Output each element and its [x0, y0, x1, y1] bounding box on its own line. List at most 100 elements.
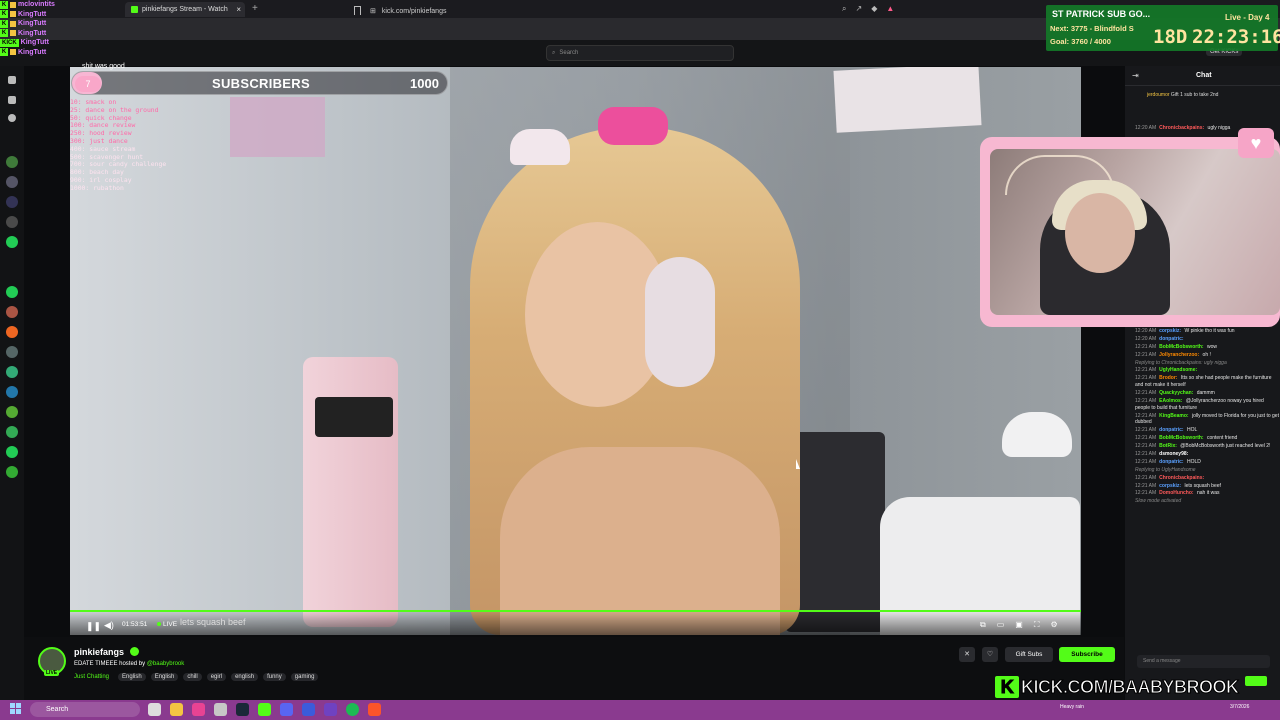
- search-input[interactable]: ⌕ Search: [546, 45, 734, 61]
- chat-username[interactable]: BobMcBobsworth:: [1159, 344, 1203, 350]
- chat-username[interactable]: Jollyrancherzoo:: [1159, 352, 1199, 358]
- pause-icon[interactable]: ❚❚: [86, 621, 101, 632]
- tag[interactable]: egirl: [206, 673, 227, 681]
- volume-icon[interactable]: ◀): [104, 620, 114, 631]
- following-icon[interactable]: [8, 114, 16, 122]
- shield-icon[interactable]: ◆: [871, 4, 877, 14]
- channel-avatar-icon[interactable]: [6, 326, 18, 338]
- app-icon[interactable]: [302, 703, 315, 716]
- steam-icon[interactable]: [236, 703, 249, 716]
- channel-avatar-icon[interactable]: [6, 386, 18, 398]
- fullscreen-icon[interactable]: ⛶: [1034, 620, 1040, 630]
- new-tab-button[interactable]: +: [252, 3, 258, 14]
- chat-username[interactable]: donpatric:: [1159, 459, 1183, 465]
- verified-check-icon: [130, 647, 139, 656]
- spotify-icon[interactable]: [346, 703, 359, 716]
- app-icon[interactable]: [192, 703, 205, 716]
- player-progress-bar[interactable]: [70, 610, 1081, 612]
- extension-icon[interactable]: ▲: [886, 4, 894, 14]
- weather-tray[interactable]: Heavy rain: [1060, 704, 1084, 710]
- taskbar-clock[interactable]: 3/7/2026: [1230, 704, 1249, 710]
- file-explorer-icon[interactable]: [170, 703, 183, 716]
- chat-text: ugly nigga: [1206, 125, 1231, 131]
- chat-username[interactable]: corpskiz:: [1159, 328, 1181, 334]
- zoom-icon[interactable]: ⌕: [842, 4, 846, 14]
- discord-icon[interactable]: [280, 703, 293, 716]
- tag[interactable]: chill: [183, 673, 202, 681]
- chat-username[interactable]: Quackyychan:: [1159, 390, 1193, 396]
- task-view-icon[interactable]: [148, 703, 161, 716]
- channel-avatar-icon[interactable]: [6, 156, 18, 168]
- chat-username[interactable]: BotRix:: [1159, 443, 1177, 449]
- channel-avatar-icon[interactable]: [6, 446, 18, 458]
- host-link[interactable]: @baabybrook: [147, 661, 184, 667]
- chat-username[interactable]: BobMcBobsworth:: [1159, 435, 1203, 441]
- channel-avatar-icon[interactable]: [6, 366, 18, 378]
- chat-timestamp: 12:21 AM: [1135, 351, 1157, 358]
- overlay-chat-line: K KingTutt: [0, 29, 125, 39]
- tag[interactable]: English: [150, 673, 179, 681]
- site-info-icon[interactable]: ⊞: [370, 7, 376, 15]
- kick-icon: K: [0, 48, 8, 57]
- channel-avatar-icon[interactable]: [6, 346, 18, 358]
- chat-username[interactable]: Chronicbackpains:: [1159, 475, 1204, 481]
- home-icon[interactable]: [8, 76, 16, 84]
- channel-avatar-icon[interactable]: [6, 196, 18, 208]
- overlay-caption: lets squash beef: [180, 617, 246, 627]
- chat-username[interactable]: donpatric:: [1159, 427, 1183, 433]
- address-bar[interactable]: ⊞ kick.com/pinkiefangs: [370, 4, 910, 18]
- chat-username[interactable]: UglyHandsome:: [1159, 367, 1197, 373]
- share-icon[interactable]: ↗: [855, 4, 862, 14]
- tag[interactable]: funny: [263, 673, 286, 681]
- chat-send-button[interactable]: [1245, 676, 1267, 686]
- channel-avatar-icon[interactable]: [6, 426, 18, 438]
- chat-input[interactable]: Send a message: [1137, 655, 1270, 668]
- subscribe-button[interactable]: Subscribe: [1059, 647, 1115, 662]
- mute-notifications-button[interactable]: ✕: [959, 647, 975, 662]
- bookmark-icon[interactable]: [354, 6, 361, 15]
- gift-subs-button[interactable]: Gift Subs: [1005, 647, 1053, 662]
- chat-username[interactable]: Chronicbackpains:: [1159, 125, 1204, 131]
- chat-username[interactable]: donpatric:: [1159, 336, 1183, 342]
- chat-username[interactable]: dsmoney98:: [1159, 451, 1188, 457]
- chat-username[interactable]: EAolmos:: [1159, 398, 1182, 404]
- heart-follow-button[interactable]: ♡: [982, 647, 998, 662]
- pinned-username[interactable]: jerdoumor: [1147, 92, 1170, 98]
- chat-message: 12:21 AM KingBeamo: jolly moved to Florid…: [1135, 413, 1280, 427]
- channel-avatar-icon[interactable]: [6, 286, 18, 298]
- category-link[interactable]: Just Chatting: [74, 674, 109, 680]
- overlay-chat-username: KingTutt: [20, 39, 49, 46]
- app-icon[interactable]: [258, 703, 271, 716]
- collapse-chat-icon[interactable]: ⇥: [1132, 71, 1139, 80]
- obs-icon[interactable]: [214, 703, 227, 716]
- close-tab-icon[interactable]: ×: [236, 5, 241, 14]
- tag[interactable]: gaming: [290, 673, 319, 681]
- channel-avatar-icon[interactable]: [6, 466, 18, 478]
- channel-name[interactable]: pinkiefangs: [74, 647, 124, 657]
- overlay-chat-line: K KingTutt: [0, 48, 125, 58]
- tag[interactable]: English: [118, 673, 146, 681]
- channel-avatar-icon[interactable]: [6, 406, 18, 418]
- overlay-chat-username: KingTutt: [18, 29, 47, 37]
- chat-username[interactable]: Brodor:: [1159, 375, 1177, 381]
- settings-gear-icon[interactable]: ⚙: [1050, 620, 1057, 630]
- chat-username[interactable]: corpskiz:: [1159, 483, 1181, 489]
- brave-icon[interactable]: [368, 703, 381, 716]
- chat-username[interactable]: DomoHuncho:: [1159, 490, 1193, 496]
- channel-avatar-icon[interactable]: [6, 176, 18, 188]
- browser-tab[interactable]: pinkiefangs Stream - Watch ×: [125, 2, 245, 17]
- windows-start-icon[interactable]: [10, 703, 22, 715]
- app-icon[interactable]: [324, 703, 337, 716]
- browse-icon[interactable]: [8, 96, 16, 104]
- channel-avatar-icon[interactable]: [6, 216, 18, 228]
- theater-icon[interactable]: ▭: [997, 620, 1005, 630]
- overlay-chat-line: K KingTutt: [0, 19, 125, 29]
- clip-icon[interactable]: ⧉: [980, 620, 986, 630]
- video-player[interactable]: [70, 67, 1081, 635]
- channel-avatar-icon[interactable]: [6, 306, 18, 318]
- taskbar-search[interactable]: Search: [30, 702, 140, 717]
- tag[interactable]: english: [231, 673, 259, 681]
- pip-icon[interactable]: ▣: [1015, 620, 1023, 630]
- channel-avatar-icon[interactable]: [6, 236, 18, 248]
- chat-username[interactable]: KingBeamo:: [1159, 413, 1188, 419]
